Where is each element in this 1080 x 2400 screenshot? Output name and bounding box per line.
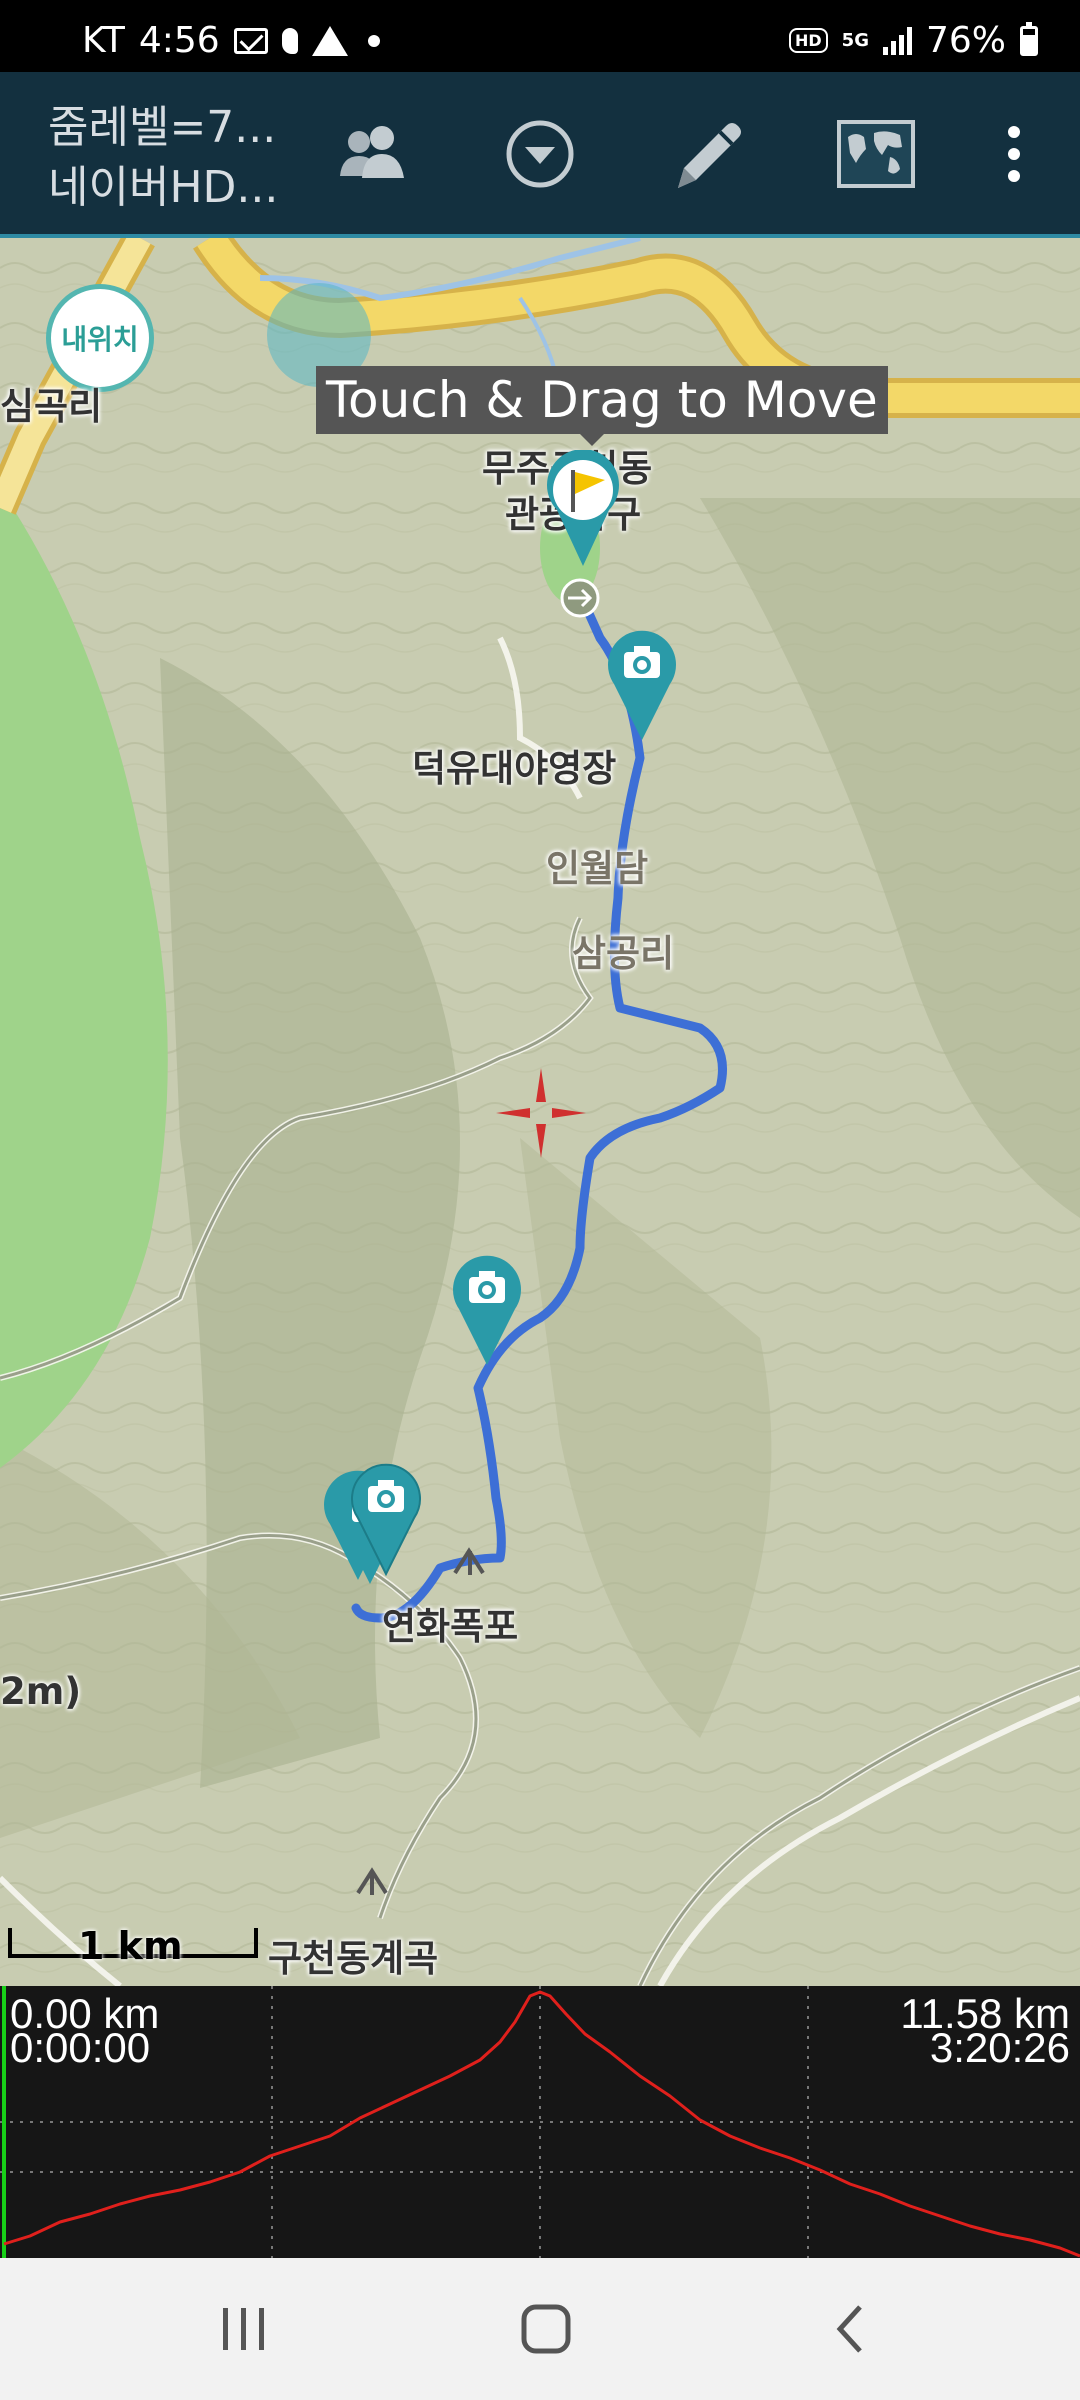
world-map-icon <box>837 120 915 188</box>
label-yeonhwa: 연화폭포 <box>382 1605 519 1648</box>
photo-marker[interactable] <box>449 1251 525 1369</box>
app-toolbar: 줌레벨=7... 네이버HD... <box>0 72 1080 238</box>
back-button[interactable] <box>800 2294 900 2364</box>
home-button[interactable] <box>496 2294 596 2364</box>
battery-icon <box>1020 21 1038 56</box>
recent-apps-button[interactable] <box>194 2294 294 2364</box>
map-view[interactable]: 내위치 심곡리 무주구천동 관광특구 덕유대야영장 인월담 삼공리 연화폭포 2… <box>0 238 1080 1986</box>
drag-hint-tooltip: Touch & Drag to Move <box>316 366 888 446</box>
scale-label: 1 km <box>78 1924 183 1968</box>
dropdown-circle-icon <box>506 120 574 188</box>
edit-button[interactable] <box>666 112 750 196</box>
system-nav-bar <box>0 2258 1080 2400</box>
label-inwoldam: 인월담 <box>546 847 649 890</box>
start-time: 0:00:00 <box>10 2024 151 2071</box>
battery-percent: 76% <box>925 20 1006 61</box>
dropdown-button[interactable] <box>498 112 582 196</box>
overflow-menu-icon <box>1008 126 1020 182</box>
warning-icon <box>311 25 348 56</box>
back-icon <box>836 2305 862 2353</box>
photo-marker[interactable] <box>604 626 680 744</box>
my-location-label: 내위치 <box>61 323 139 356</box>
status-left: KT 4:56 <box>82 20 380 61</box>
hd-voice-icon: HD <box>789 28 828 53</box>
home-icon <box>521 2304 571 2354</box>
elevation-profile[interactable]: 0.00 km 0:00:00 11.58 km 3:20:26 <box>0 1986 1080 2258</box>
dot-icon <box>367 34 380 47</box>
clock-text: 4:56 <box>138 20 220 61</box>
recent-apps-icon <box>223 2308 264 2350</box>
photo-marker[interactable] <box>348 1460 424 1578</box>
map-title-line2: 네이버HD... <box>48 162 279 213</box>
label-campsite: 덕유대야영장 <box>412 747 617 790</box>
start-flag-marker[interactable] <box>543 450 623 570</box>
end-time: 3:20:26 <box>929 2024 1070 2071</box>
pencil-icon <box>678 123 741 188</box>
people-icon <box>340 126 404 178</box>
world-map-button[interactable] <box>834 112 918 196</box>
talk-icon <box>281 27 298 54</box>
network-type: 5G <box>841 29 869 51</box>
overflow-menu-button[interactable] <box>972 112 1056 196</box>
signal-icon <box>882 26 912 55</box>
mail-icon <box>233 27 268 54</box>
status-right: HD 5G 76% <box>789 20 1038 61</box>
label-gyegok: 구천동계곡 <box>268 1937 439 1980</box>
label-elevation-partial: 2m) <box>0 1670 82 1713</box>
people-button[interactable] <box>330 112 414 196</box>
map-title[interactable]: 줌레벨=7... 네이버HD... <box>48 98 278 218</box>
map-title-line1: 줌레벨=7... <box>48 102 277 153</box>
label-samgok-left: 심곡리 <box>0 385 103 428</box>
status-bar: KT 4:56 HD 5G 76% <box>0 0 1080 72</box>
carrier-text: KT <box>82 20 125 61</box>
label-samgongri: 삼공리 <box>572 932 675 975</box>
